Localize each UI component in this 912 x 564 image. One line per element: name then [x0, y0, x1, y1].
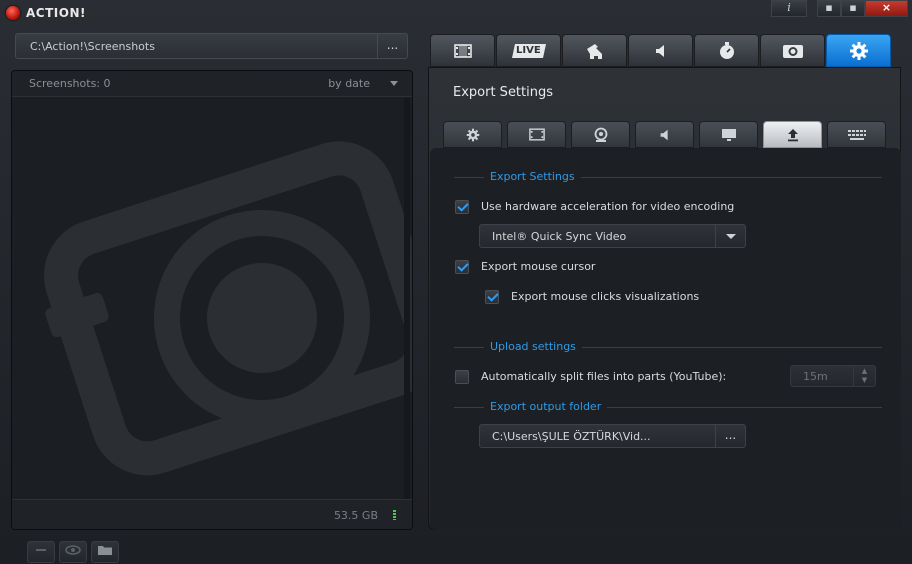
info-button[interactable]: i	[771, 0, 807, 17]
subtab-audio[interactable]	[635, 121, 694, 148]
mouse-cursor-label: Export mouse cursor	[481, 260, 596, 273]
gamepad-icon	[586, 43, 602, 59]
export-settings-content: Export Settings Use hardware acceleratio…	[430, 148, 901, 530]
subtab-video[interactable]	[507, 121, 566, 148]
settings-subtabs	[443, 121, 891, 148]
chevron-down-icon	[726, 234, 736, 239]
screenshots-header: Screenshots: 0 by date	[12, 71, 412, 97]
screenshots-panel: Screenshots: 0 by date 53.5 GB	[11, 70, 413, 530]
mouse-clicks-label: Export mouse clicks visualizations	[511, 290, 700, 303]
tab-game[interactable]	[562, 34, 627, 67]
film-icon	[528, 128, 545, 141]
tab-screenshot[interactable]	[760, 34, 825, 67]
encoder-dropdown[interactable]: Intel® Quick Sync Video	[479, 224, 746, 248]
app-title: ACTION!	[26, 6, 86, 20]
section-upload-settings-label: Upload settings	[484, 340, 582, 353]
open-folder-button[interactable]	[91, 541, 119, 563]
section-export-settings: Export Settings	[454, 170, 882, 184]
split-files-checkbox[interactable]	[455, 370, 469, 384]
settings-panel: Export Settings Export Settings Use hard…	[428, 67, 901, 530]
section-output-folder-label: Export output folder	[484, 400, 608, 413]
tab-live[interactable]: LIVE	[496, 34, 561, 67]
subtab-export[interactable]	[763, 121, 822, 148]
tab-video[interactable]	[430, 34, 495, 67]
encoder-dropdown-button[interactable]	[715, 225, 745, 247]
subtab-display[interactable]	[699, 121, 758, 148]
screenshots-count: Screenshots: 0	[29, 77, 111, 90]
disk-free-space: 53.5 GB	[333, 509, 378, 522]
hw-accel-checkbox[interactable]	[455, 200, 469, 214]
maximize-button[interactable]: ▪	[841, 0, 865, 17]
speaker-icon	[660, 129, 668, 140]
screenshots-path-field[interactable]: C:\Action!\Screenshots ...	[15, 33, 408, 59]
film-icon	[453, 43, 472, 58]
spinner-arrows-icon[interactable]: ▲ ▼	[853, 366, 875, 386]
section-output-folder: Export output folder	[454, 400, 882, 414]
split-length-value: 15m	[803, 370, 828, 383]
tab-settings[interactable]	[826, 34, 891, 67]
mouse-cursor-checkbox[interactable]	[455, 260, 469, 274]
browse-output-folder-button[interactable]: ...	[715, 425, 745, 447]
browse-path-button[interactable]: ...	[377, 34, 407, 58]
subtab-hotkeys[interactable]	[827, 121, 886, 148]
sort-chevron-down-icon[interactable]	[390, 81, 398, 86]
screenshots-list[interactable]	[12, 98, 412, 500]
close-button[interactable]: ×	[865, 0, 908, 17]
output-folder-path: C:\Users\ŞULE ÖZTÜRK\Vid...	[492, 430, 651, 443]
subtab-general[interactable]	[443, 121, 502, 148]
main-tabs: LIVE	[430, 34, 892, 67]
screenshots-path-text: C:\Action!\Screenshots	[30, 40, 155, 53]
panel-title: Export Settings	[453, 85, 554, 100]
tab-timer[interactable]	[694, 34, 759, 67]
eye-icon	[65, 545, 81, 555]
screenshots-scrollbar[interactable]	[404, 98, 410, 500]
camera-watermark-icon	[44, 141, 412, 476]
minus-icon	[36, 549, 46, 551]
hw-accel-label: Use hardware acceleration for video enco…	[481, 200, 735, 213]
preview-button[interactable]	[59, 541, 87, 563]
encoder-value: Intel® Quick Sync Video	[492, 230, 627, 243]
split-length-spinner[interactable]: 15m ▲ ▼	[790, 365, 876, 387]
section-upload-settings: Upload settings	[454, 340, 882, 354]
camera-icon	[782, 44, 803, 58]
section-export-settings-label: Export Settings	[484, 170, 581, 183]
stopwatch-icon	[719, 41, 734, 59]
tab-audio[interactable]	[628, 34, 693, 67]
gear-icon	[849, 41, 868, 60]
gear-icon	[466, 128, 479, 141]
folder-icon	[98, 546, 112, 555]
tab-live-label: LIVE	[516, 45, 541, 56]
title-bar: ACTION! i ▪ ▪ ×	[0, 0, 912, 24]
disk-status-indicator	[393, 510, 396, 520]
split-files-label: Automatically split files into parts (Yo…	[481, 370, 727, 383]
screenshots-footer: 53.5 GB	[12, 499, 412, 529]
sort-dropdown-label[interactable]: by date	[328, 77, 370, 90]
speaker-icon	[655, 44, 664, 57]
monitor-icon	[721, 128, 736, 141]
webcam-icon	[594, 127, 607, 142]
upload-icon	[787, 128, 798, 141]
subtab-webcam[interactable]	[571, 121, 630, 148]
delete-button[interactable]	[27, 541, 55, 563]
output-folder-field[interactable]: C:\Users\ŞULE ÖZTÜRK\Vid... ...	[479, 424, 746, 448]
app-logo-icon	[6, 6, 20, 20]
mouse-clicks-checkbox[interactable]	[485, 290, 499, 304]
keyboard-icon	[847, 129, 866, 140]
minimize-button[interactable]: ▪	[817, 0, 841, 17]
